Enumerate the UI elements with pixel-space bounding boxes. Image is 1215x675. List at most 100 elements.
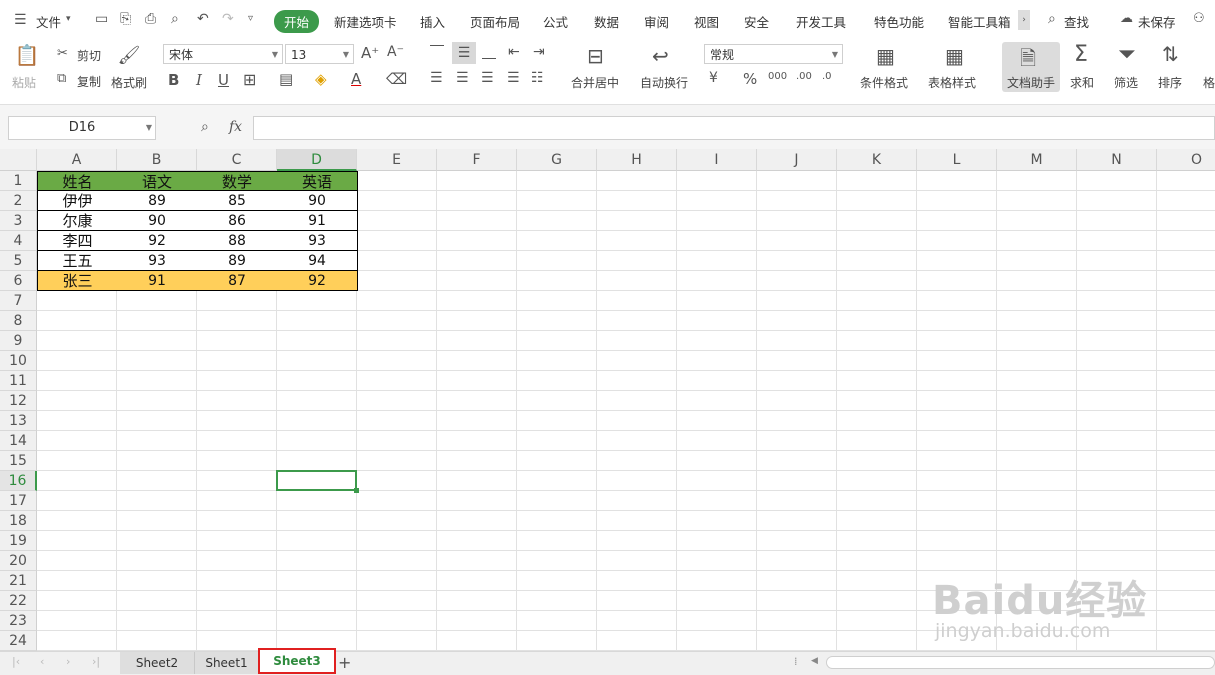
table-cell[interactable]: 92	[277, 271, 358, 291]
align-right-icon[interactable]: ☰	[481, 70, 494, 86]
table-cell[interactable]: 87	[197, 271, 278, 291]
splitter-icon[interactable]: ⁞	[794, 655, 798, 668]
increase-decimal-icon[interactable]: .00	[796, 71, 812, 82]
horizontal-scrollbar[interactable]	[826, 656, 1215, 669]
distributed-icon[interactable]: ☷	[531, 70, 544, 86]
sheet-tab-sheet1[interactable]: Sheet1	[195, 652, 259, 674]
tab-features[interactable]: 特色功能	[874, 12, 924, 31]
column-header[interactable]: I	[677, 149, 757, 171]
table-cell[interactable]: 86	[197, 211, 278, 231]
decrease-font-icon[interactable]: A⁻	[387, 44, 404, 60]
hamburger-menu-icon[interactable]: ☰	[14, 12, 27, 28]
row-header[interactable]: 4	[0, 231, 37, 251]
sum-icon[interactable]: Σ	[1074, 42, 1088, 67]
table-cell[interactable]: 94	[277, 251, 358, 271]
sort-icon[interactable]: ⇅	[1162, 42, 1179, 66]
table-cell[interactable]: 89	[197, 251, 278, 271]
fill-pattern-icon[interactable]: ▤	[279, 70, 293, 88]
table-cell[interactable]: 尔康	[37, 211, 118, 231]
row-header[interactable]: 20	[0, 551, 37, 571]
row-header[interactable]: 15	[0, 451, 37, 471]
last-sheet-icon[interactable]: ›|	[92, 655, 100, 668]
tab-new-tab[interactable]: 新建选项卡	[334, 12, 397, 31]
add-sheet-icon[interactable]: +	[338, 653, 351, 672]
border-icon[interactable]: ⊞	[243, 70, 256, 89]
tab-home[interactable]: 开始	[274, 10, 320, 33]
column-header[interactable]: C	[197, 149, 277, 171]
table-header-cell[interactable]: 姓名	[37, 171, 118, 191]
table-style-button[interactable]: 表格样式	[928, 74, 976, 91]
column-header[interactable]: J	[757, 149, 837, 171]
row-header[interactable]: 16	[0, 471, 37, 491]
column-header[interactable]: G	[517, 149, 597, 171]
percent-icon[interactable]: %	[743, 70, 757, 88]
tab-page-layout[interactable]: 页面布局	[470, 12, 520, 31]
conditional-format-icon[interactable]: ▦	[876, 44, 895, 68]
sheet-tab-sheet3[interactable]: Sheet3	[258, 648, 336, 674]
italic-icon[interactable]: I	[196, 71, 202, 89]
copy-icon[interactable]: ⧉	[57, 71, 66, 86]
decrease-indent-icon[interactable]: ⇤	[508, 44, 520, 60]
row-header[interactable]: 1	[0, 171, 37, 191]
table-cell[interactable]: 93	[117, 251, 198, 271]
column-header[interactable]: L	[917, 149, 997, 171]
unsaved-status[interactable]: 未保存	[1138, 12, 1176, 31]
row-header[interactable]: 5	[0, 251, 37, 271]
bold-icon[interactable]: B	[168, 71, 179, 89]
table-style-icon[interactable]: ▦	[945, 44, 964, 68]
column-header[interactable]: O	[1157, 149, 1215, 171]
formula-input[interactable]	[253, 116, 1215, 140]
row-header[interactable]: 18	[0, 511, 37, 531]
format-painter-icon[interactable]: 🖌	[118, 42, 141, 68]
filter-icon[interactable]: ⏷	[1118, 42, 1136, 67]
row-header[interactable]: 12	[0, 391, 37, 411]
font-size-select[interactable]: 13 ▼	[285, 44, 354, 64]
next-sheet-icon[interactable]: ›	[66, 655, 70, 668]
tab-smart-toolbox[interactable]: 智能工具箱	[948, 12, 1011, 31]
row-header[interactable]: 11	[0, 371, 37, 391]
column-header[interactable]: A	[37, 149, 117, 171]
table-cell[interactable]: 91	[117, 271, 198, 291]
table-cell[interactable]: 93	[277, 231, 358, 251]
doc-helper-icon[interactable]: 🗎	[1020, 44, 1036, 78]
fill-handle[interactable]	[354, 488, 359, 493]
fx-button[interactable]: fx	[229, 119, 242, 135]
row-header[interactable]: 7	[0, 291, 37, 311]
table-cell[interactable]: 85	[197, 191, 278, 211]
tab-data[interactable]: 数据	[594, 12, 619, 31]
sort-button[interactable]: 排序	[1158, 74, 1182, 91]
cut-button[interactable]: 剪切	[77, 47, 101, 64]
table-header-cell[interactable]: 英语	[277, 171, 358, 191]
save-icon[interactable]: ▭	[95, 11, 108, 27]
merge-center-icon[interactable]: ⊟	[587, 44, 604, 68]
paste-button[interactable]: 粘贴	[12, 74, 36, 91]
table-cell[interactable]: 伊伊	[37, 191, 118, 211]
align-bottom-icon[interactable]: ⎽	[482, 44, 496, 60]
table-header-cell[interactable]: 语文	[117, 171, 198, 191]
row-header[interactable]: 3	[0, 211, 37, 231]
table-cell[interactable]: 88	[197, 231, 278, 251]
scroll-left-icon[interactable]: ◀	[811, 656, 818, 666]
align-center-icon[interactable]: ☰	[456, 70, 469, 86]
align-top-icon[interactable]: ⎺	[430, 44, 444, 60]
scissors-icon[interactable]: ✂	[57, 46, 68, 61]
column-header[interactable]: H	[597, 149, 677, 171]
increase-font-icon[interactable]: A⁺	[361, 44, 379, 62]
format-button[interactable]: 格	[1203, 74, 1215, 91]
table-cell[interactable]: 李四	[37, 231, 118, 251]
column-header[interactable]: B	[117, 149, 197, 171]
row-header[interactable]: 21	[0, 571, 37, 591]
row-header[interactable]: 13	[0, 411, 37, 431]
row-header[interactable]: 9	[0, 331, 37, 351]
tab-formulas[interactable]: 公式	[543, 12, 568, 31]
selected-cell-outline[interactable]	[276, 470, 357, 491]
first-sheet-icon[interactable]: |‹	[12, 655, 20, 668]
row-header[interactable]: 14	[0, 431, 37, 451]
row-header[interactable]: 23	[0, 611, 37, 631]
zoom-icon[interactable]: ⌕	[201, 119, 209, 135]
font-color-icon[interactable]: A	[351, 70, 361, 88]
row-header[interactable]: 19	[0, 531, 37, 551]
table-cell[interactable]: 91	[277, 211, 358, 231]
column-header[interactable]: M	[997, 149, 1077, 171]
thousands-separator-icon[interactable]: 000	[768, 71, 787, 82]
